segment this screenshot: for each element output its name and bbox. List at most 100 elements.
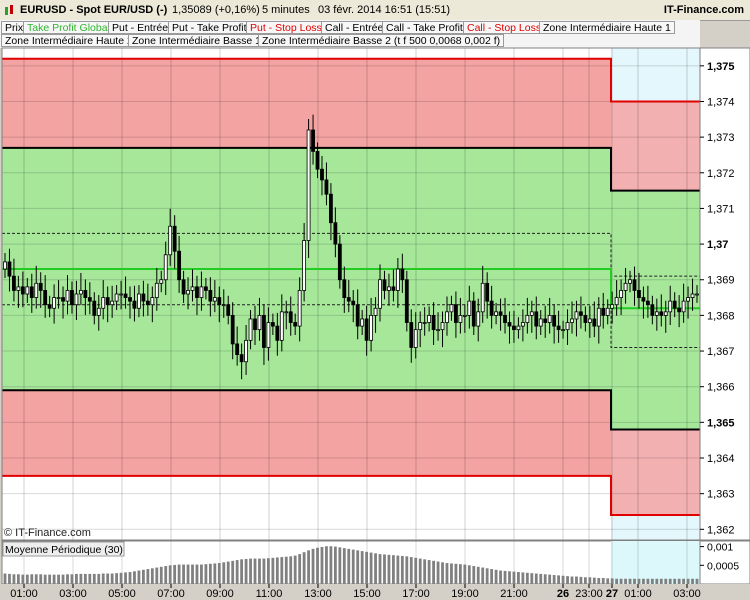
candle-up <box>387 286 391 291</box>
candle-down <box>20 286 25 295</box>
indicator-bar <box>186 564 190 584</box>
indicator-bar <box>8 573 11 584</box>
candle-down <box>391 286 396 291</box>
indicator-bar <box>543 574 547 584</box>
indicator-bar <box>400 555 404 584</box>
candle-up <box>302 240 307 291</box>
candle-down <box>485 282 490 302</box>
indicator-bar <box>637 578 641 584</box>
candle-up <box>56 297 61 299</box>
indicator-bar <box>517 572 520 584</box>
candle-up <box>458 314 463 323</box>
candle-down <box>128 297 132 302</box>
y-tick-label: 1,37 <box>707 239 728 251</box>
indicator-bar <box>177 564 181 584</box>
indicator-bar <box>284 556 288 584</box>
indicator-bar <box>88 573 92 584</box>
candle-up <box>78 290 83 295</box>
candle-up <box>427 314 432 323</box>
candle-down <box>404 279 409 323</box>
candle-up <box>418 322 423 331</box>
y-tick-label: 1,362 <box>707 524 735 536</box>
indicator-bar <box>414 557 418 584</box>
indicator-bar <box>454 563 458 584</box>
indicator-bar <box>168 565 172 584</box>
x-tick-label: 11:00 <box>256 588 283 600</box>
candle-down <box>637 290 641 298</box>
candle-up <box>373 307 378 316</box>
candle-down <box>275 325 280 341</box>
indicator-bar <box>173 564 177 584</box>
candle-down <box>239 354 244 363</box>
x-tick-label: 03:00 <box>673 588 701 600</box>
candle-down <box>181 279 186 295</box>
candle-up <box>476 311 481 327</box>
indicator-bar <box>668 578 672 584</box>
candle-down <box>677 307 682 313</box>
indicator-bar <box>624 578 627 584</box>
candle-down <box>172 225 177 252</box>
candle-down <box>43 290 48 306</box>
candle-up <box>279 311 284 341</box>
indicator-bar <box>383 554 386 584</box>
y-tick-label: 1,365 <box>707 417 735 429</box>
candle-down <box>230 314 235 345</box>
candle-down <box>320 168 324 181</box>
candle-down <box>92 300 97 316</box>
indicator-bar <box>3 573 7 584</box>
candle-down <box>552 314 557 327</box>
indicator-bar <box>66 574 69 584</box>
indicator-bar <box>48 574 52 584</box>
candle-up <box>114 293 119 302</box>
candle-down <box>641 297 646 302</box>
candle-up <box>596 307 601 327</box>
indicator-bar <box>673 578 677 584</box>
indicator-bar <box>365 551 369 584</box>
indicator-bar <box>485 568 489 584</box>
candle-up <box>422 322 427 324</box>
candle-down <box>217 297 222 306</box>
candle-up <box>436 329 440 332</box>
indicator-bar <box>182 564 185 584</box>
candle-down <box>672 300 677 309</box>
candle-down <box>70 290 74 306</box>
candle-down <box>208 290 213 302</box>
candle-up <box>159 279 164 284</box>
candle-up <box>96 307 101 316</box>
candle-down <box>583 314 588 323</box>
candle-down <box>83 290 88 298</box>
indicator-bar <box>441 562 444 584</box>
y-tick-label: 1,369 <box>707 275 735 287</box>
indicator-bar <box>436 561 440 584</box>
indicator-bar <box>21 574 25 584</box>
x-tick-label: 23:00 <box>575 588 603 600</box>
candle-up <box>467 300 472 316</box>
x-tick-label: 09:00 <box>206 588 234 600</box>
candle-down <box>7 261 12 277</box>
y-tick-label: 1,363 <box>707 489 735 501</box>
y-tick-label: 1,366 <box>707 382 735 394</box>
indicator-bar <box>61 574 65 584</box>
indicator-bar <box>298 554 302 584</box>
indicator-bar <box>378 554 382 584</box>
indicator-bar <box>240 559 244 584</box>
indicator-bar <box>525 572 529 584</box>
indicator-bar <box>521 572 525 584</box>
candle-up <box>610 304 615 309</box>
indicator-bar <box>570 576 574 584</box>
candle-down <box>534 311 539 327</box>
candle-down <box>592 318 597 327</box>
candle-up <box>449 304 454 313</box>
candle-down <box>507 322 512 327</box>
indicator-bar <box>418 558 422 584</box>
candle-up <box>248 318 253 341</box>
x-tick-label: 03:00 <box>59 588 87 600</box>
candle-up <box>137 293 141 309</box>
indicator-bar <box>476 566 480 584</box>
candle-down <box>355 304 360 327</box>
indicator-bar <box>387 554 391 584</box>
candle-down <box>270 322 275 327</box>
candle-down <box>579 311 583 316</box>
indicator-bar <box>423 559 427 584</box>
indicator-bar <box>302 552 306 584</box>
